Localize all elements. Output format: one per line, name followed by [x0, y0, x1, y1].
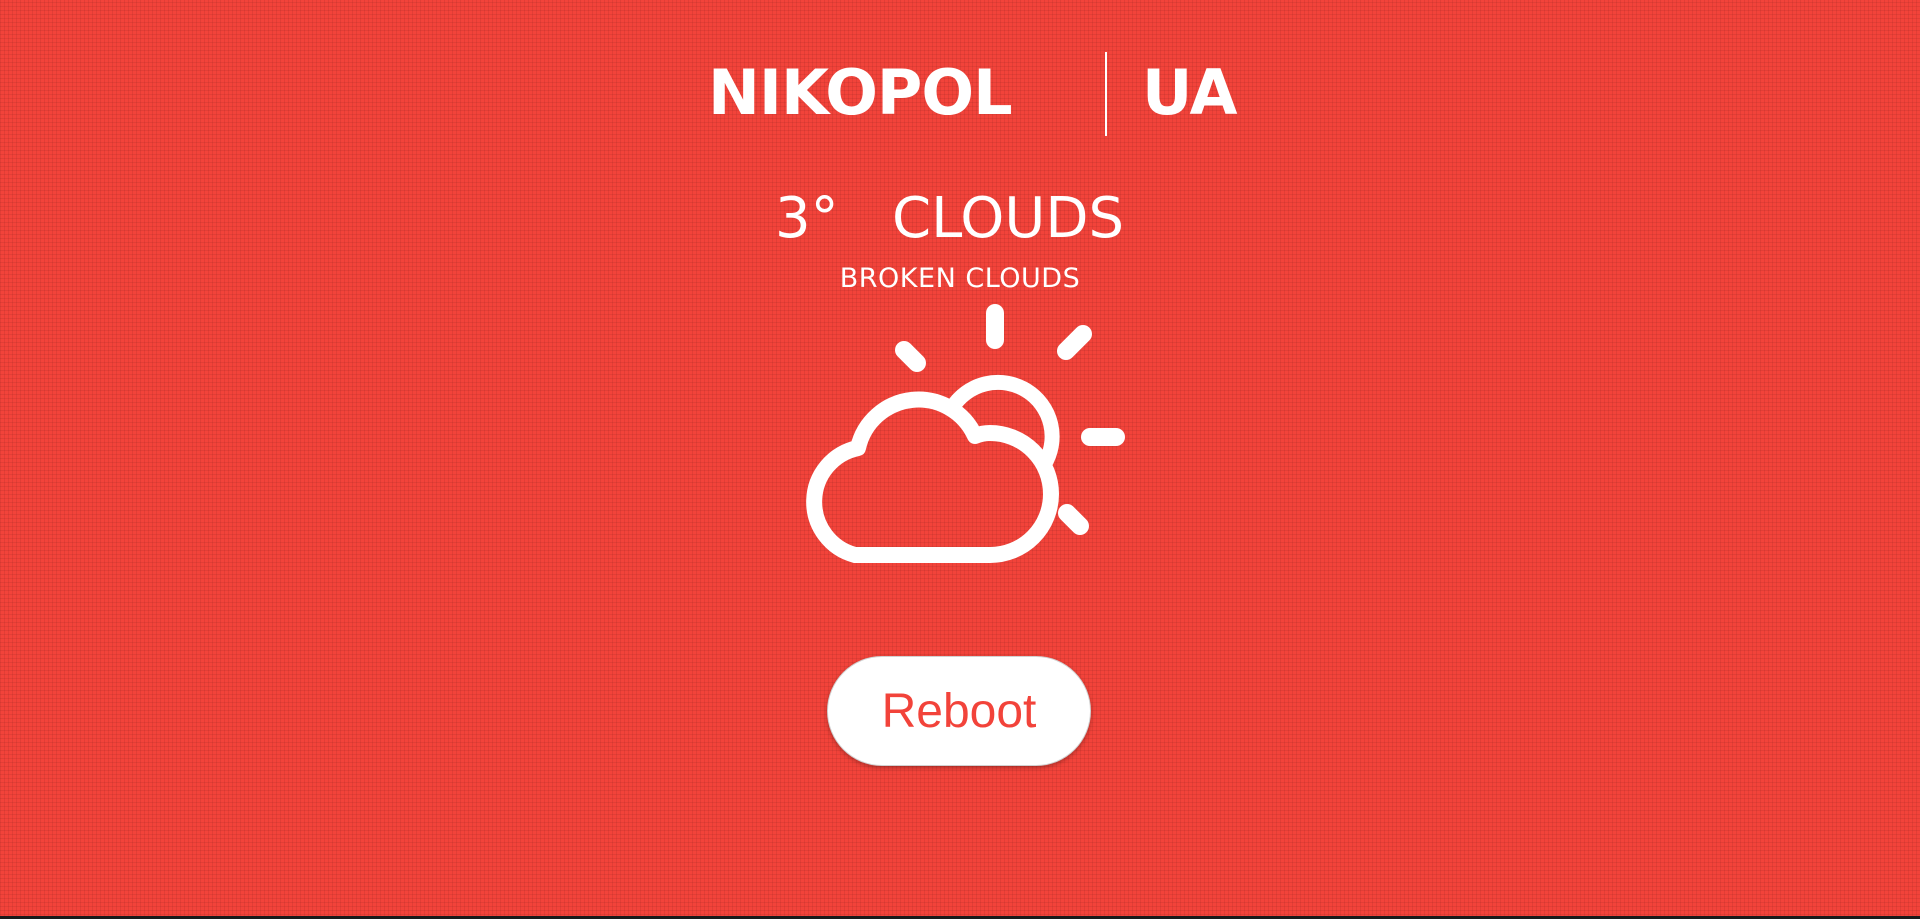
sun-ray-top-right	[1057, 325, 1092, 360]
sun-ray-bottom-right	[1058, 504, 1089, 535]
temperature: 3°	[775, 186, 839, 251]
location-divider	[1105, 52, 1107, 136]
location-header: NIKOPOL UA	[0, 52, 1920, 136]
city-name: NIKOPOL	[708, 56, 1013, 129]
country-code: UA	[1142, 56, 1237, 129]
partly-cloudy-icon	[806, 304, 1125, 563]
weather-condition: CLOUDS	[892, 186, 1125, 251]
sun-ray-top-left	[895, 341, 926, 372]
reboot-button[interactable]: Reboot	[827, 656, 1091, 766]
cloud-outline	[806, 391, 1059, 563]
weather-description: BROKEN CLOUDS	[839, 263, 1081, 294]
weather-summary: 3° CLOUDS	[0, 184, 1920, 254]
